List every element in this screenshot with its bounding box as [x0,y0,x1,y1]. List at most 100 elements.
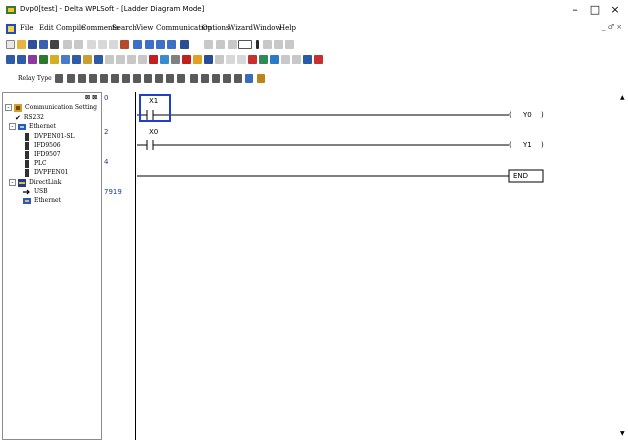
contact-no-icon[interactable] [55,74,63,83]
help-icon[interactable] [314,55,323,64]
vertical-scrollbar[interactable]: ▲ ▼ [618,92,628,440]
search-icon[interactable] [281,55,290,64]
parallel-falling-icon[interactable] [133,74,141,83]
minimize-button[interactable]: – [568,3,582,16]
tree-item-dvpen01-sl[interactable]: DVPEN01-SL [23,132,74,141]
panel-controls[interactable]: ⊠ ⊠ [85,94,97,101]
save-as-icon[interactable] [39,40,48,49]
scroll-down-icon[interactable]: ▼ [620,430,625,437]
save-icon[interactable] [28,40,37,49]
tree-item-usb[interactable]: USB [23,187,48,196]
table2-icon[interactable] [237,55,246,64]
close-button[interactable]: × [608,3,622,16]
compile-icon[interactable] [204,40,213,49]
open-file-icon[interactable] [17,40,26,49]
menu-options[interactable]: Options [202,24,230,32]
comment-icon[interactable] [259,55,268,64]
insert-column-icon[interactable] [234,74,242,83]
sfc-mode-icon[interactable] [274,40,283,49]
wizard-icon[interactable] [193,55,202,64]
simulate-icon[interactable] [160,55,169,64]
menu-wizard[interactable]: Wizard [228,24,253,32]
menu-edit[interactable]: Edit [39,24,54,32]
force-on-icon[interactable] [105,55,114,64]
menu-window[interactable]: Window [253,24,282,32]
bookmark-icon[interactable] [257,74,265,83]
step-icon[interactable] [228,40,237,49]
tree-item-plc[interactable]: PLC [23,159,47,168]
inverse-icon[interactable] [190,74,198,83]
options-icon[interactable] [303,55,312,64]
undo-icon[interactable] [133,40,142,49]
new-file-icon[interactable] [6,40,15,49]
parallel-rising-icon[interactable] [122,74,130,83]
tree-item-rs232[interactable]: ✔ RS232 [15,113,44,122]
tree-item-ethernet[interactable]: - Ethernet [9,122,56,131]
mdi-window-controls[interactable]: _ ♂ × [602,23,622,31]
collapse-icon[interactable]: - [9,123,16,130]
coil-icon[interactable] [144,74,152,83]
zoom-icon[interactable] [167,40,176,49]
collapse-icon[interactable]: - [5,104,12,111]
upload-icon[interactable] [28,55,37,64]
menu-help[interactable]: Help [279,24,296,32]
parallel-nc-icon[interactable] [111,74,119,83]
function-icon[interactable] [155,74,163,83]
convert-icon[interactable] [216,40,225,49]
alert-icon[interactable] [182,55,191,64]
vertical-line-icon[interactable] [177,74,185,83]
device-icon[interactable] [204,55,213,64]
reset-icon[interactable] [138,55,147,64]
device-list-icon[interactable] [245,74,253,83]
menu-search[interactable]: Search [112,24,137,32]
replace-icon[interactable] [292,55,301,64]
menu-view[interactable]: View [136,24,153,32]
maximize-button[interactable]: □ [588,3,602,16]
parallel-no-icon[interactable] [100,74,108,83]
step-input[interactable] [238,40,252,49]
ladder-mode-icon[interactable] [263,40,272,49]
table-icon[interactable] [226,55,235,64]
zoom-in-icon[interactable] [145,40,154,49]
delete-line-icon[interactable] [201,74,209,83]
edit-icon[interactable] [120,40,129,49]
tree-item-dvpfen01[interactable]: DVPFEN01 [23,168,69,177]
ref-icon[interactable] [248,55,257,64]
preview-icon[interactable] [63,40,72,49]
memory-icon[interactable] [270,55,279,64]
tree-item-ifd9507[interactable]: IFD9507 [23,150,61,159]
contact-rising-icon[interactable] [78,74,86,83]
delete-row-icon[interactable] [223,74,231,83]
record-icon[interactable] [149,55,158,64]
tree-item-ethernet-direct[interactable]: Ethernet [23,196,61,205]
scroll-up-icon[interactable]: ▲ [620,94,625,101]
set-icon[interactable] [127,55,136,64]
collapse-icon[interactable]: - [9,179,16,186]
online-icon[interactable] [6,55,15,64]
find-icon[interactable] [180,40,189,49]
tree-item-directlink[interactable]: - DirectLink [9,178,61,187]
copy-icon[interactable] [98,40,107,49]
zoom-out-icon[interactable] [156,40,165,49]
horizontal-line-icon[interactable] [166,74,174,83]
cut-icon[interactable] [87,40,96,49]
print-icon[interactable] [50,40,59,49]
contact-nc-icon[interactable] [67,74,75,83]
tree-item-communication-setting[interactable]: - Communication Setting [5,103,97,112]
force-off-icon[interactable] [116,55,125,64]
tree-item-ifd9506[interactable]: IFD9506 [23,141,61,150]
ladder-diagram[interactable]: X1 ( Y0 ) X0 ( Y1 ) END [137,92,618,440]
paste-icon[interactable] [109,40,118,49]
download-icon[interactable] [39,55,48,64]
address-icon[interactable] [215,55,224,64]
monitor-icon[interactable] [72,55,81,64]
menu-file[interactable]: File [20,24,33,32]
insert-row-icon[interactable] [212,74,220,83]
edit-online-icon[interactable] [94,55,103,64]
print-setup-icon[interactable] [74,40,83,49]
stop-icon[interactable] [61,55,70,64]
contact-falling-icon[interactable] [89,74,97,83]
monitor-device-icon[interactable] [83,55,92,64]
run-icon[interactable] [50,55,59,64]
transfer-icon[interactable] [17,55,26,64]
